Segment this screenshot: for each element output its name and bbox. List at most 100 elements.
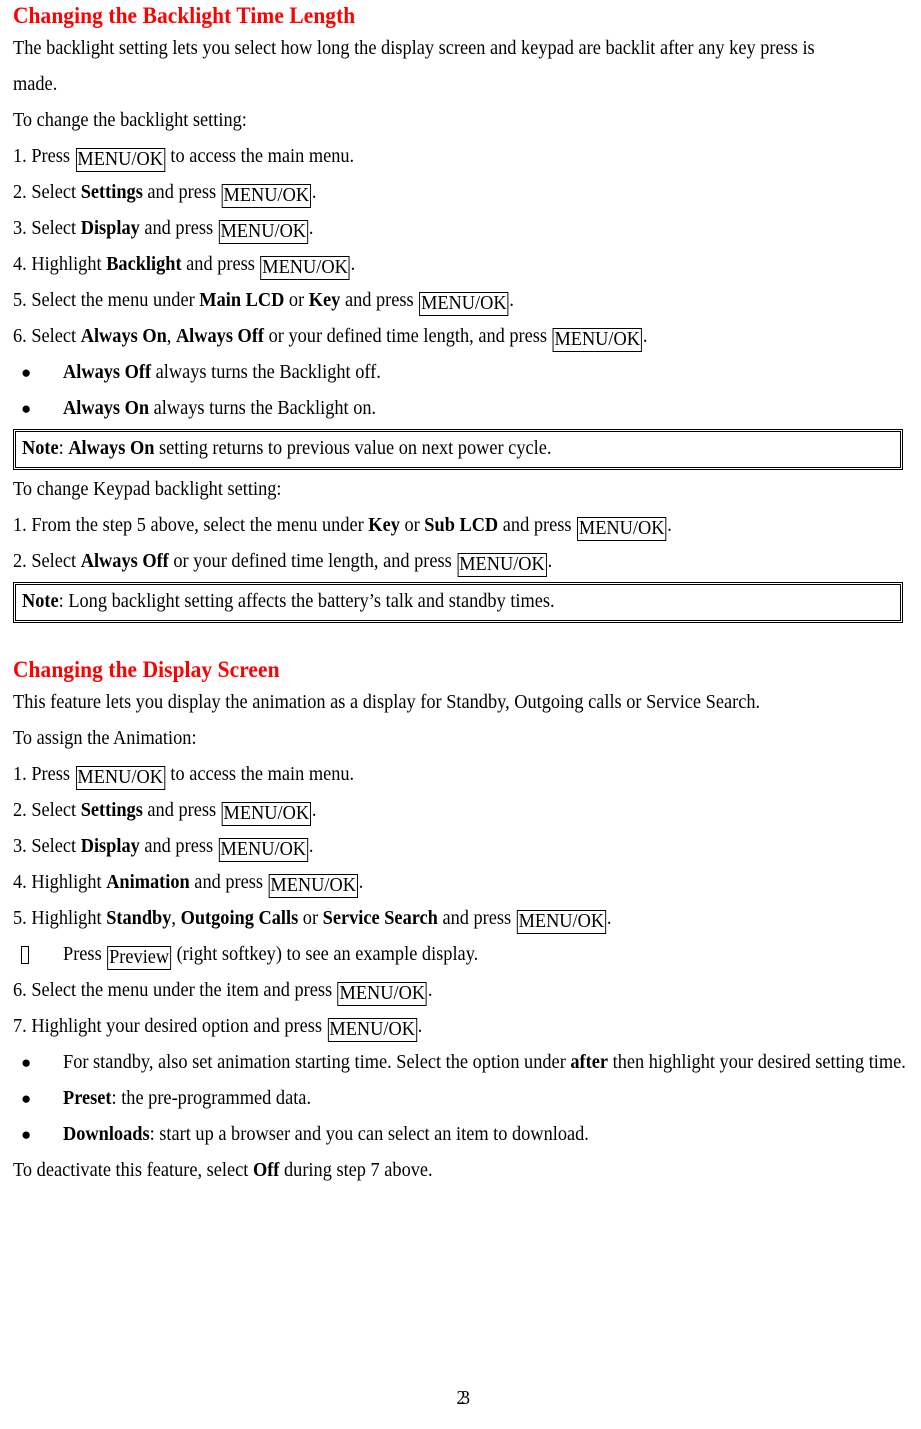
backlight-step-6: 6. Select Always On, Always Off or your … — [13, 319, 854, 355]
menu-ok-key[interactable]: MENU/OK — [218, 220, 308, 244]
step-1-text-b: to access the main menu. — [165, 146, 355, 167]
anim-step-5-comma: , — [171, 908, 181, 929]
step-1-text-a: 1. Press — [13, 146, 75, 167]
menu-ok-key[interactable]: MENU/OK — [221, 802, 311, 826]
keypad-step-1: 1. From the step 5 above, select the men… — [13, 508, 854, 544]
anim-step-7-text-c: . — [417, 1016, 423, 1037]
anim-step-6-text-a: 6. Select the menu under the item and pr… — [13, 980, 337, 1001]
step-6-text-c: . — [642, 326, 648, 347]
bullet-rest: : start up a browser and you can select … — [149, 1124, 589, 1145]
step-5-text-b: and press — [340, 290, 419, 311]
bullet-bold-downloads: Downloads — [63, 1124, 150, 1145]
manual-page: Changing the Backlight Time Length The b… — [0, 0, 921, 1429]
bullet-rest: : the pre-programmed data. — [111, 1088, 312, 1109]
menu-ok-key[interactable]: MENU/OK — [419, 292, 509, 316]
anim-step-5-text-a: 5. Highlight — [13, 908, 107, 929]
anim-step-6-text-c: . — [427, 980, 433, 1001]
step-2-text-c: . — [311, 182, 317, 203]
menu-ok-key[interactable]: MENU/OK — [268, 874, 358, 898]
animation-step-6: 6. Select the menu under the item and pr… — [13, 973, 854, 1009]
keypad-step-2-text-b: or your defined time length, and press — [168, 551, 457, 572]
bullet-bold-always-on: Always On — [63, 398, 150, 419]
list-item: ● For standby, also set animation starti… — [13, 1045, 908, 1081]
list-item: ● Preset: the pre-programmed data. — [13, 1081, 908, 1117]
menu-ok-key[interactable]: MENU/OK — [577, 517, 667, 541]
step-6-text-b: or your defined time length, and press — [264, 326, 552, 347]
backlight-step-2: 2. Select Settings and press MENU/OK. — [13, 175, 854, 211]
step-3-bold-display: Display — [80, 218, 140, 239]
preview-softkey[interactable]: Preview — [107, 946, 172, 970]
backlight-step-4: 4. Highlight Backlight and press MENU/OK… — [13, 247, 854, 283]
anim-step-2-text-b: and press — [142, 800, 221, 821]
step-6-comma: , — [166, 326, 176, 347]
menu-ok-key[interactable]: MENU/OK — [221, 184, 311, 208]
bullet-bold-always-off: Always Off — [63, 362, 152, 383]
bullet-bold-after: after — [570, 1052, 609, 1073]
menu-ok-key[interactable]: MENU/OK — [218, 838, 308, 862]
list-item: ● Downloads: start up a browser and you … — [13, 1117, 908, 1153]
keypad-step-1-mid: or — [399, 515, 425, 536]
anim-step-3-text-b: and press — [139, 836, 218, 857]
step-6-bold-always-off: Always Off — [175, 326, 265, 347]
menu-ok-key[interactable]: MENU/OK — [457, 553, 547, 577]
note-text: Note: Always On setting returns to previ… — [22, 434, 551, 464]
keypad-step-1-bold-key: Key — [368, 515, 400, 536]
list-item: ● Always Off always turns the Backlight … — [13, 355, 908, 391]
animation-lead-in: To assign the Animation: — [13, 728, 197, 749]
keypad-step-1-text-b: and press — [498, 515, 577, 536]
backlight-step-3: 3. Select Display and press MENU/OK. — [13, 211, 854, 247]
anim-step-5-bold-standby: Standby — [106, 908, 172, 929]
backlight-lead-in: To change the backlight setting: — [13, 110, 247, 131]
anim-step-5-text-b: and press — [437, 908, 516, 929]
anim-step-4-text-c: . — [358, 872, 364, 893]
note-label: Note — [22, 591, 59, 612]
keypad-step-1-text-a: 1. From the step 5 above, select the men… — [13, 515, 369, 536]
page-content: Changing the Backlight Time Length The b… — [13, 0, 908, 1189]
anim-step-4-bold-animation: Animation — [106, 872, 190, 893]
keypad-step-2: 2. Select Always Off or your defined tim… — [13, 544, 854, 580]
keypad-step-1-text-c: . — [667, 515, 672, 536]
anim-step-1-text-a: 1. Press — [13, 764, 75, 785]
preview-text: Press Preview (right softkey) to see an … — [63, 937, 857, 973]
menu-ok-key[interactable]: MENU/OK — [327, 1018, 417, 1042]
anim-step-5-mid: or — [298, 908, 323, 929]
menu-ok-key[interactable]: MENU/OK — [552, 328, 642, 352]
anim-step-3-text-a: 3. Select — [13, 836, 81, 857]
bullet-icon: ● — [21, 399, 32, 418]
note-box-long-backlight: Note: Long backlight setting affects the… — [13, 582, 903, 623]
menu-ok-key[interactable]: MENU/OK — [75, 148, 165, 172]
bullet-icon: ● — [21, 363, 32, 382]
animation-step-5: 5. Highlight Standby, Outgoing Calls or … — [13, 901, 854, 937]
step-2-bold-settings: Settings — [80, 182, 143, 203]
step-3-text-c: . — [308, 218, 314, 239]
anim-step-2-text-a: 2. Select — [13, 800, 81, 821]
step-5-text-c: . — [509, 290, 515, 311]
anim-step-5-bold-service-search: Service Search — [322, 908, 438, 929]
bullet-rest: always turns the Backlight on. — [149, 398, 377, 419]
anim-step-1-text-b: to access the main menu. — [165, 764, 355, 785]
menu-ok-key[interactable]: MENU/OK — [337, 982, 427, 1006]
step-6-bold-always-on: Always On — [80, 326, 167, 347]
bullet-text: For standby, also set animation starting… — [63, 1045, 909, 1081]
menu-ok-key[interactable]: MENU/OK — [260, 256, 350, 280]
step-3-text-b: and press — [139, 218, 218, 239]
menu-ok-key[interactable]: MENU/OK — [75, 766, 165, 790]
note-box-always-on: Note: Always On setting returns to previ… — [13, 429, 903, 470]
anim-step-5-text-c: . — [606, 908, 612, 929]
preview-text-b: (right softkey) to see an example displa… — [171, 944, 479, 965]
step-4-bold-backlight: Backlight — [106, 254, 182, 275]
anim-step-7-text-a: 7. Highlight your desired option and pre… — [13, 1016, 327, 1037]
bullet-text-a: For standby, also set animation starting… — [63, 1052, 571, 1073]
menu-ok-key[interactable]: MENU/OK — [516, 910, 606, 934]
anim-step-2-text-c: . — [311, 800, 317, 821]
step-4-text-c: . — [350, 254, 356, 275]
section-heading-backlight: Changing the Backlight Time Length — [13, 3, 356, 28]
note-label: Note — [22, 438, 59, 459]
step-5-text-a: 5. Select the menu under — [13, 290, 200, 311]
bullet-rest: always turns the Backlight off. — [151, 362, 381, 383]
note-colon: : — [58, 591, 69, 612]
backlight-intro-paragraph: The backlight setting lets you select ho… — [13, 38, 815, 95]
step-6-text-a: 6. Select — [13, 326, 81, 347]
note-bold-always-on: Always On — [68, 438, 155, 459]
